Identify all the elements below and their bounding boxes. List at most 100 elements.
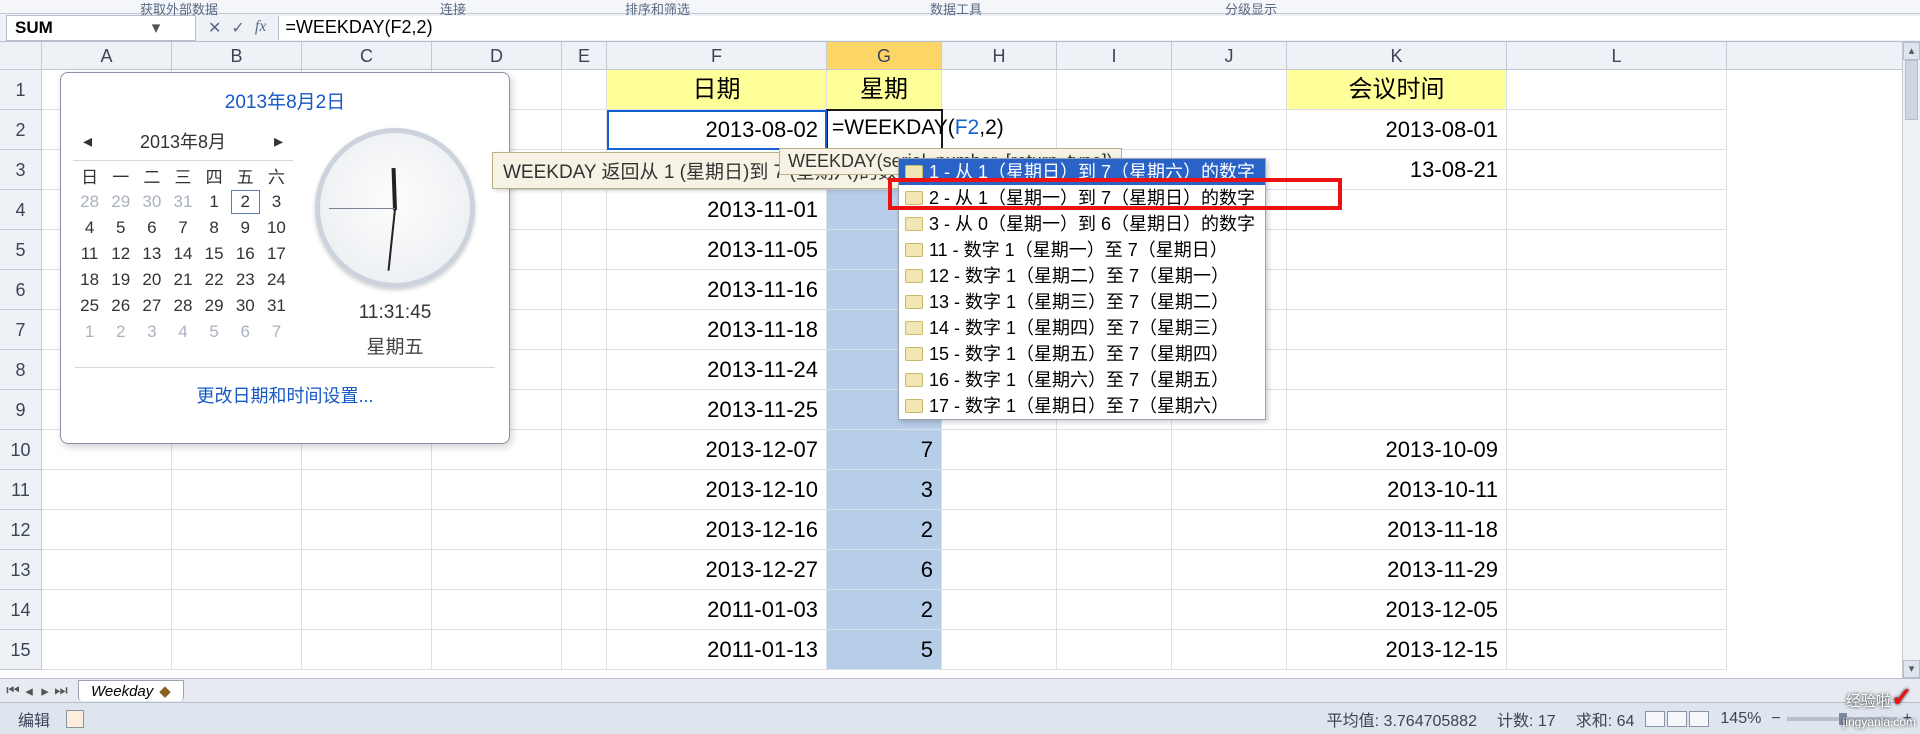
- accept-formula-icon[interactable]: ✓: [231, 18, 244, 38]
- column-header-l[interactable]: L: [1507, 42, 1727, 69]
- calendar-day[interactable]: 13: [137, 242, 166, 266]
- cell-l10[interactable]: [1507, 430, 1727, 470]
- calendar-day[interactable]: 3: [262, 190, 291, 214]
- cell-g12[interactable]: 2: [827, 510, 942, 550]
- cell-k14[interactable]: 2013-12-05: [1287, 590, 1507, 630]
- sheet-nav-first-icon[interactable]: ⏮: [6, 682, 20, 700]
- cell-f10[interactable]: 2013-12-07: [607, 430, 827, 470]
- column-header-c[interactable]: C: [302, 42, 432, 69]
- cell-j12[interactable]: [1172, 510, 1287, 550]
- calendar-day[interactable]: 5: [200, 320, 229, 344]
- autocomplete-option[interactable]: 16 - 数字 1（星期六）至 7（星期五）: [899, 367, 1265, 393]
- calendar-day[interactable]: 3: [137, 320, 166, 344]
- cell-e14[interactable]: [562, 590, 607, 630]
- calendar-day[interactable]: 4: [168, 320, 197, 344]
- cell-h11[interactable]: [942, 470, 1057, 510]
- cell-l8[interactable]: [1507, 350, 1727, 390]
- calendar-day[interactable]: 17: [262, 242, 291, 266]
- column-header-b[interactable]: B: [172, 42, 302, 69]
- calendar-day[interactable]: 31: [168, 190, 197, 214]
- cell-i10[interactable]: [1057, 430, 1172, 470]
- sheet-nav-last-icon[interactable]: ⏭: [54, 682, 68, 700]
- cell-b15[interactable]: [172, 630, 302, 670]
- cell-f14[interactable]: 2011-01-03: [607, 590, 827, 630]
- row-header-2[interactable]: 2: [0, 110, 42, 150]
- cell-k10[interactable]: 2013-10-09: [1287, 430, 1507, 470]
- cell-a13[interactable]: [42, 550, 172, 590]
- calendar-day[interactable]: 24: [262, 268, 291, 292]
- autocomplete-option[interactable]: 3 - 从 0（星期一）到 6（星期日）的数字: [899, 211, 1265, 237]
- row-header-1[interactable]: 1: [0, 70, 42, 110]
- column-header-k[interactable]: K: [1287, 42, 1507, 69]
- cell-h14[interactable]: [942, 590, 1057, 630]
- cell-i12[interactable]: [1057, 510, 1172, 550]
- cell-g11[interactable]: 3: [827, 470, 942, 510]
- autocomplete-option[interactable]: 15 - 数字 1（星期五）至 7（星期四）: [899, 341, 1265, 367]
- cell-i13[interactable]: [1057, 550, 1172, 590]
- calendar-day[interactable]: 2: [231, 190, 260, 214]
- cell-g13[interactable]: 6: [827, 550, 942, 590]
- calendar[interactable]: ◂ 2013年8月 ▸ 日一二三四五六282930311234567891011…: [73, 124, 293, 359]
- cell-e12[interactable]: [562, 510, 607, 550]
- calendar-day[interactable]: 30: [231, 294, 260, 318]
- calendar-day[interactable]: 4: [75, 216, 104, 240]
- cell-e2[interactable]: [562, 110, 607, 150]
- cell-g10[interactable]: 7: [827, 430, 942, 470]
- calendar-day[interactable]: 14: [168, 242, 197, 266]
- cell-e15[interactable]: [562, 630, 607, 670]
- cell-a12[interactable]: [42, 510, 172, 550]
- cell-j11[interactable]: [1172, 470, 1287, 510]
- column-header-e[interactable]: E: [562, 42, 607, 69]
- cell-editor[interactable]: =WEEKDAY(F2,2): [832, 116, 1004, 140]
- cell-j10[interactable]: [1172, 430, 1287, 470]
- cell-g15[interactable]: 5: [827, 630, 942, 670]
- column-header-j[interactable]: J: [1172, 42, 1287, 69]
- cell-g14[interactable]: 2: [827, 590, 942, 630]
- date-time-popup[interactable]: 2013年8月2日 ◂ 2013年8月 ▸ 日一二三四五六28293031123…: [60, 72, 510, 444]
- cell-j13[interactable]: [1172, 550, 1287, 590]
- row-header-5[interactable]: 5: [0, 230, 42, 270]
- cell-l12[interactable]: [1507, 510, 1727, 550]
- cell-l11[interactable]: [1507, 470, 1727, 510]
- calendar-day[interactable]: 15: [200, 242, 229, 266]
- cell-e7[interactable]: [562, 310, 607, 350]
- calendar-day[interactable]: 30: [137, 190, 166, 214]
- name-box-dropdown-icon[interactable]: ▾: [147, 18, 165, 38]
- cell-k12[interactable]: 2013-11-18: [1287, 510, 1507, 550]
- cell-i15[interactable]: [1057, 630, 1172, 670]
- cell-e4[interactable]: [562, 190, 607, 230]
- calendar-day[interactable]: 2: [106, 320, 135, 344]
- row-header-3[interactable]: 3: [0, 150, 42, 190]
- calendar-day[interactable]: 26: [106, 294, 135, 318]
- calendar-day[interactable]: 7: [262, 320, 291, 344]
- calendar-day[interactable]: 28: [75, 190, 104, 214]
- cell-l5[interactable]: [1507, 230, 1727, 270]
- calendar-day[interactable]: 5: [106, 216, 135, 240]
- calendar-grid[interactable]: 日一二三四五六282930311234567891011121314151617…: [73, 161, 293, 346]
- view-pagebreak-icon[interactable]: [1689, 711, 1709, 727]
- cell-f5[interactable]: 2013-11-05: [607, 230, 827, 270]
- cell-f15[interactable]: 2011-01-13: [607, 630, 827, 670]
- change-datetime-link[interactable]: 更改日期和时间设置...: [196, 386, 373, 406]
- calendar-day[interactable]: 28: [168, 294, 197, 318]
- cell-l13[interactable]: [1507, 550, 1727, 590]
- cell-h1[interactable]: [942, 70, 1057, 110]
- cell-d13[interactable]: [432, 550, 562, 590]
- autocomplete-option[interactable]: 13 - 数字 1（星期三）至 7（星期二）: [899, 289, 1265, 315]
- calendar-day[interactable]: 29: [106, 190, 135, 214]
- sheet-nav-prev-icon[interactable]: ◂: [22, 682, 36, 700]
- calendar-day[interactable]: 25: [75, 294, 104, 318]
- name-box-input[interactable]: [7, 16, 147, 40]
- cell-f7[interactable]: 2013-11-18: [607, 310, 827, 350]
- cell-e11[interactable]: [562, 470, 607, 510]
- cell-f11[interactable]: 2013-12-10: [607, 470, 827, 510]
- calendar-day[interactable]: 20: [137, 268, 166, 292]
- cell-a15[interactable]: [42, 630, 172, 670]
- cell-h10[interactable]: [942, 430, 1057, 470]
- calendar-day[interactable]: 29: [200, 294, 229, 318]
- cell-i11[interactable]: [1057, 470, 1172, 510]
- cell-e8[interactable]: [562, 350, 607, 390]
- macro-record-icon[interactable]: [66, 710, 84, 728]
- view-layout-icon[interactable]: [1667, 711, 1687, 727]
- autocomplete-option[interactable]: 11 - 数字 1（星期一）至 7（星期日）: [899, 237, 1265, 263]
